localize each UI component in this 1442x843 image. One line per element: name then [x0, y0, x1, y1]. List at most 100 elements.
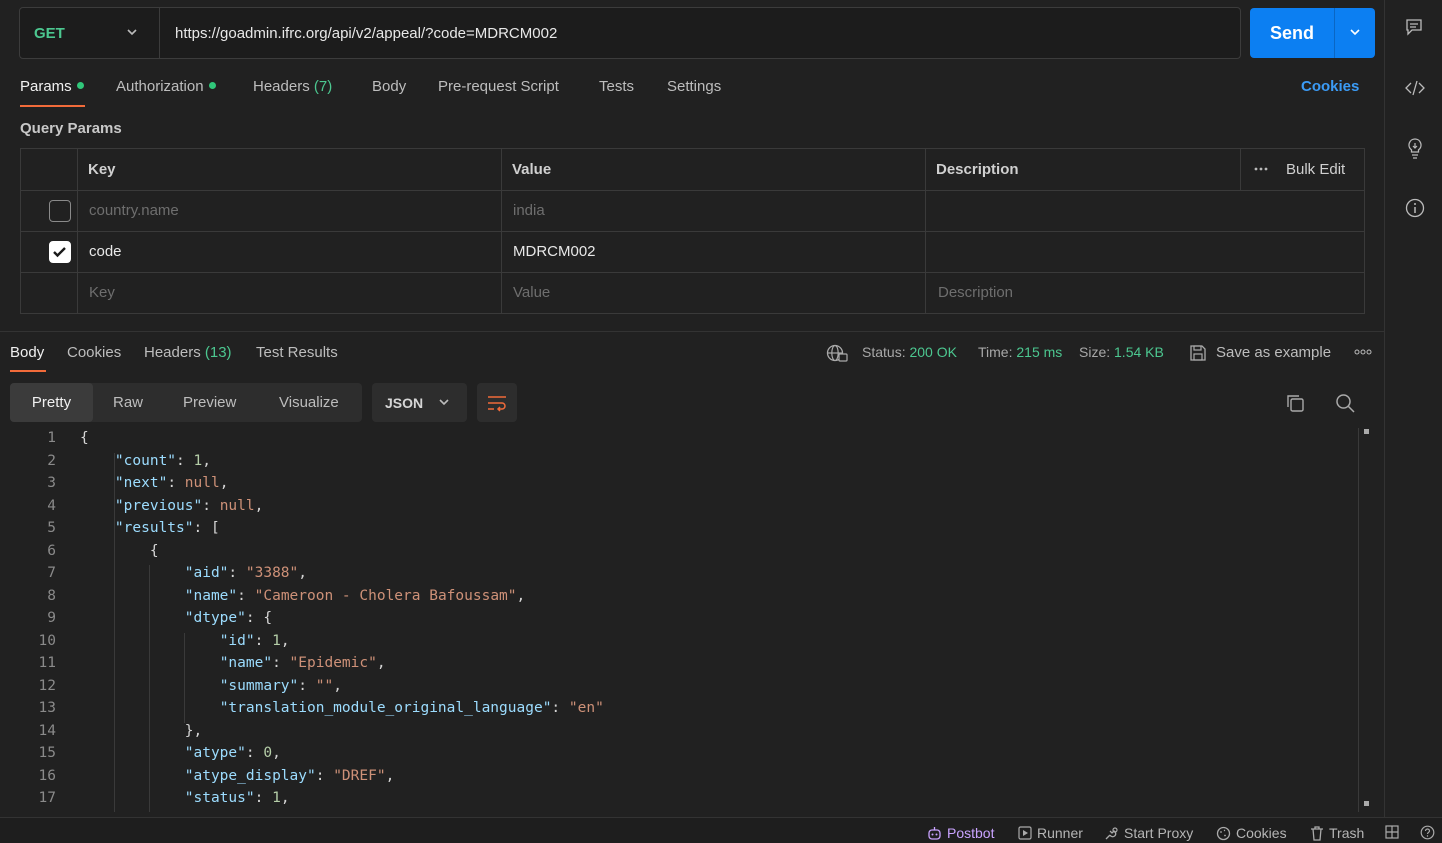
code-line: "atype_display": "DREF",	[184, 767, 395, 784]
layout-grid-icon[interactable]	[1385, 825, 1399, 839]
request-url-bar: GET https://goadmin.ifrc.org/api/v2/appe…	[19, 7, 1241, 59]
line-number: 1	[47, 430, 56, 446]
wrap-lines-button[interactable]	[477, 383, 517, 422]
more-options-icon[interactable]	[1253, 161, 1269, 177]
start-proxy-button[interactable]: Start Proxy	[1104, 825, 1193, 841]
active-tab-indicator	[10, 370, 46, 372]
send-button[interactable]: Send	[1250, 8, 1375, 58]
response-tab-cookies[interactable]: Cookies	[67, 344, 121, 361]
lightbulb-icon[interactable]	[1405, 137, 1425, 159]
send-divider	[1334, 8, 1335, 58]
param-value[interactable]: india	[513, 202, 545, 219]
scrollbar-marker	[1364, 801, 1369, 806]
search-icon[interactable]	[1335, 393, 1355, 413]
method-select[interactable]: GET	[20, 8, 160, 58]
scrollbar-track[interactable]	[1358, 428, 1359, 812]
line-number: 16	[38, 767, 56, 784]
chevron-down-icon	[125, 25, 139, 39]
param-checkbox[interactable]	[49, 200, 71, 222]
line-number: 9	[47, 610, 56, 626]
code-line: },	[80, 722, 203, 739]
code-icon[interactable]	[1405, 79, 1425, 97]
postbot-button[interactable]: Postbot	[927, 825, 994, 841]
response-tab-headers[interactable]: Headers (13)	[144, 344, 232, 361]
indent-guide	[183, 632, 185, 723]
postbot-icon	[928, 826, 941, 840]
line-number: 15	[38, 745, 56, 761]
code-line: "name": "Epidemic",	[219, 655, 386, 671]
line-number: 5	[47, 520, 56, 536]
globe-network-icon[interactable]	[826, 343, 848, 363]
line-number: 14	[38, 722, 56, 739]
cookies-link[interactable]: Cookies	[1301, 78, 1359, 100]
code-line: "dtype": {	[184, 610, 273, 626]
column-header-description: Description	[936, 161, 1019, 178]
chevron-down-icon	[437, 395, 451, 409]
param-checkbox[interactable]	[49, 241, 71, 263]
code-line: {	[80, 430, 89, 446]
code-line: "next": null,	[114, 475, 229, 491]
new-param-value[interactable]: Value	[513, 284, 550, 301]
tab-headers[interactable]: Headers (7)	[253, 78, 332, 100]
wrap-lines-icon	[487, 393, 507, 413]
more-options-icon[interactable]	[1354, 345, 1372, 359]
tab-params[interactable]: Params	[20, 78, 84, 100]
check-icon	[53, 247, 66, 258]
url-text: https://goadmin.ifrc.org/api/v2/appeal/?…	[175, 24, 558, 42]
view-mode-segmented-control: Pretty Raw Preview Visualize	[10, 383, 362, 422]
param-value[interactable]: MDRCM002	[513, 243, 596, 260]
indent-guide	[148, 565, 150, 812]
code-line: "atype": 0,	[184, 745, 281, 761]
cookies-button[interactable]: Cookies	[1216, 825, 1287, 841]
cookie-icon	[1216, 826, 1231, 840]
new-param-description[interactable]: Description	[938, 284, 1013, 301]
column-header-key: Key	[88, 161, 116, 178]
status-dot	[208, 82, 216, 89]
view-preview[interactable]: Preview	[183, 383, 236, 422]
line-number: 10	[38, 632, 56, 649]
view-pretty[interactable]: Pretty	[10, 383, 93, 422]
line-number: 8	[47, 587, 56, 604]
tab-settings[interactable]: Settings	[667, 78, 721, 100]
active-tab-indicator	[20, 105, 85, 107]
line-number: 11	[38, 655, 56, 671]
save-as-example-button[interactable]: Save as example	[1216, 344, 1331, 361]
scrollbar-marker	[1364, 429, 1369, 434]
column-header-value: Value	[512, 161, 552, 178]
code-line: "count": 1,	[114, 452, 211, 469]
proxy-icon	[1105, 826, 1118, 839]
tab-pre-request-script[interactable]: Pre-request Script	[438, 78, 559, 100]
copy-icon[interactable]	[1285, 393, 1305, 413]
query-params-title: Query Params	[20, 120, 122, 137]
status-readout[interactable]: Status: 200 OK	[862, 344, 957, 360]
play-icon	[1018, 826, 1032, 840]
line-number: 6	[47, 542, 56, 559]
format-select[interactable]: JSON	[372, 383, 467, 422]
time-readout[interactable]: Time: 215 ms	[978, 344, 1062, 360]
url-input[interactable]: https://goadmin.ifrc.org/api/v2/appeal/?…	[175, 8, 557, 58]
chevron-down-icon[interactable]	[1348, 25, 1362, 39]
param-key[interactable]: code	[89, 243, 122, 260]
info-icon[interactable]	[1405, 198, 1425, 218]
code-line: {	[80, 542, 159, 559]
line-number: 7	[47, 565, 56, 581]
line-number: 12	[38, 677, 56, 694]
param-key[interactable]: country.name	[89, 202, 179, 219]
response-tab-body[interactable]: Body	[10, 344, 44, 361]
bulk-edit-button[interactable]: Bulk Edit	[1286, 161, 1345, 178]
tab-tests[interactable]: Tests	[599, 78, 634, 100]
new-param-key[interactable]: Key	[89, 284, 115, 301]
tab-authorization[interactable]: Authorization	[116, 78, 216, 100]
runner-button[interactable]: Runner	[1018, 825, 1083, 841]
save-icon	[1189, 344, 1207, 362]
view-raw[interactable]: Raw	[113, 383, 143, 422]
response-tab-test-results[interactable]: Test Results	[256, 344, 338, 361]
response-body-code[interactable]: 1 {2 "count": 1, 3 "next": null, 4 "previou…	[0, 428, 1360, 812]
view-visualize[interactable]: Visualize	[279, 383, 339, 422]
comments-icon[interactable]	[1405, 18, 1423, 36]
help-icon[interactable]	[1420, 825, 1435, 840]
trash-button[interactable]: Trash	[1310, 825, 1364, 841]
code-line: "status": 1,	[184, 790, 290, 806]
size-readout[interactable]: Size: 1.54 KB	[1079, 344, 1164, 360]
tab-body[interactable]: Body	[372, 78, 406, 100]
